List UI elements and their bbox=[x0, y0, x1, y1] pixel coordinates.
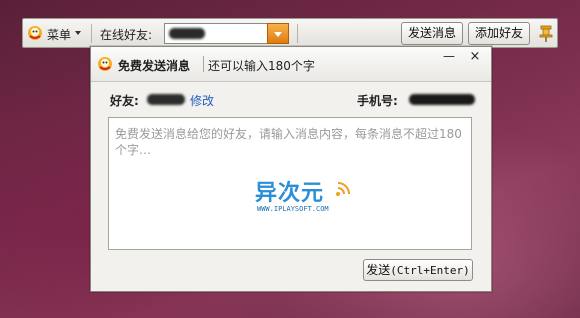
watermark-name: 异次元 bbox=[255, 181, 325, 206]
send-shortcut-hint: (Ctrl+Enter) bbox=[390, 264, 470, 277]
app-logo-icon[interactable] bbox=[27, 25, 43, 41]
menu-button[interactable]: 菜单 bbox=[47, 26, 71, 43]
friend-label: 好友: bbox=[110, 94, 139, 108]
close-icon[interactable]: × bbox=[468, 50, 482, 64]
online-friends-label: 在线好友: bbox=[100, 28, 153, 42]
send-button[interactable]: 发送(Ctrl+Enter) bbox=[363, 259, 473, 281]
chevron-down-icon bbox=[75, 31, 81, 35]
title-divider bbox=[203, 56, 204, 72]
add-friend-button[interactable]: 添加好友 bbox=[468, 22, 530, 45]
pin-icon[interactable] bbox=[538, 25, 554, 43]
signal-icon bbox=[336, 182, 350, 196]
remaining-chars-text: 还可以输入180个字 bbox=[208, 59, 315, 73]
dialog-title-bar[interactable]: 免费发送消息 还可以输入180个字 — × bbox=[91, 47, 491, 82]
free-sms-dialog: 免费发送消息 还可以输入180个字 — × 好友: 修改 手机号: 免费发送消息… bbox=[90, 46, 492, 292]
friend-name-redacted bbox=[147, 94, 185, 105]
main-toolbar: 菜单 在线好友: 发送消息 添加好友 bbox=[22, 18, 558, 48]
app-logo-icon bbox=[98, 57, 112, 71]
edit-friend-link[interactable]: 修改 bbox=[190, 92, 214, 109]
chevron-down-icon bbox=[274, 32, 282, 37]
dialog-title: 免费发送消息 bbox=[118, 59, 191, 73]
friends-dropdown-button[interactable] bbox=[267, 23, 289, 44]
phone-number-redacted bbox=[409, 94, 475, 105]
phone-label: 手机号: bbox=[357, 94, 398, 108]
send-button-label: 发送 bbox=[366, 263, 391, 277]
toolbar-divider bbox=[91, 24, 92, 43]
watermark-logo: 异次元 WWW.IPLAYSOFT.COM bbox=[255, 175, 365, 215]
toolbar-divider bbox=[297, 24, 298, 43]
selected-friend-redacted bbox=[169, 28, 205, 39]
watermark-url: WWW.IPLAYSOFT.COM bbox=[257, 205, 329, 213]
minimize-icon[interactable]: — bbox=[441, 50, 457, 63]
send-message-button[interactable]: 发送消息 bbox=[401, 22, 463, 45]
message-placeholder: 免费发送消息给您的好友，请输入消息内容，每条消息不超过180个字… bbox=[115, 127, 462, 157]
